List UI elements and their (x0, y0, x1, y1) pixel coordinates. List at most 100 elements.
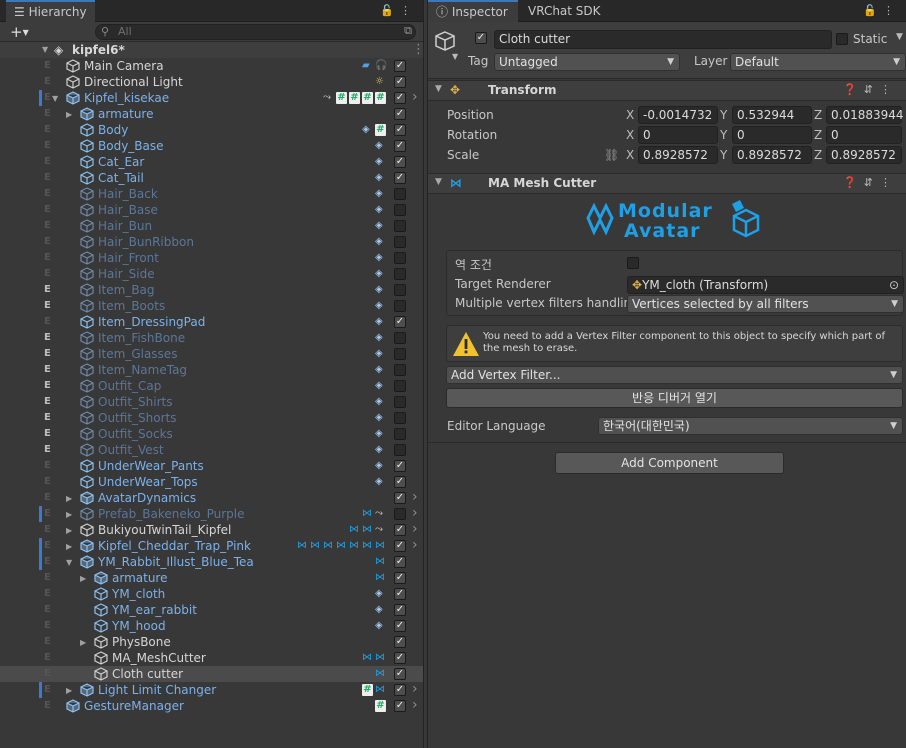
visibility-checkbox[interactable]: ✓ (394, 636, 406, 648)
position-z-field[interactable]: 0.01883944 (826, 106, 904, 124)
hierarchy-tab-controls[interactable]: 🔓⋮ (380, 4, 417, 17)
help-icon[interactable]: ❓ (843, 176, 864, 189)
hierarchy-row[interactable]: E ▶ BukiyouTwinTail_Kipfel ⋈ ⋈ ⤳ ✓ › (0, 521, 423, 539)
expand-arrow-icon[interactable]: ▶ (66, 507, 72, 523)
hierarchy-row[interactable]: E Hair_BunRibbon ◈ (0, 234, 423, 250)
hierarchy-row[interactable]: E Item_Boots ◈ (0, 298, 423, 314)
hierarchy-row[interactable]: E Body_Base ◈ ✓ (0, 138, 423, 154)
chevron-right-icon[interactable]: › (412, 681, 418, 697)
hierarchy-row[interactable]: E Hair_Front ◈ (0, 250, 423, 266)
axis-label[interactable]: Z (814, 148, 822, 162)
visibility-checkbox[interactable]: ✓ (394, 476, 406, 488)
hierarchy-row[interactable]: E ▶ Prefab_Bakeneko_Purple ⋈ ⤳ › (0, 505, 423, 523)
visibility-checkbox[interactable]: ✓ (394, 60, 406, 72)
hierarchy-row[interactable]: E MA_MeshCutter ⋈ ⋈ ✓ (0, 650, 423, 666)
axis-label[interactable]: X (626, 148, 634, 162)
axis-label[interactable]: Y (720, 148, 727, 162)
hierarchy-row[interactable]: E Cat_Ear ◈ ✓ (0, 154, 423, 170)
icon-dropdown-icon[interactable]: ▼ (452, 52, 458, 61)
visibility-checkbox[interactable]: ✓ (394, 540, 406, 552)
visibility-checkbox[interactable] (394, 220, 406, 232)
create-button[interactable]: +▼ (10, 23, 29, 41)
add-vertex-filter-dropdown[interactable]: Add Vertex Filter... ▼ (446, 366, 903, 384)
visibility-checkbox[interactable] (394, 236, 406, 248)
hierarchy-row[interactable]: E Item_NameTag ◈ (0, 362, 423, 378)
visibility-checkbox[interactable]: ✓ (394, 460, 406, 472)
tag-dropdown[interactable]: Untagged ▼ (494, 53, 680, 71)
hierarchy-row[interactable]: E ▶ armature ⋈ ✓ (0, 570, 423, 586)
expand-arrow-icon[interactable]: ▼ (42, 45, 48, 54)
invert-checkbox[interactable] (627, 257, 639, 269)
component-controls[interactable]: ❓⇵⋮ (843, 176, 898, 189)
visibility-checkbox[interactable]: ✓ (394, 316, 406, 328)
hierarchy-row[interactable]: E Cat_Tail ◈ ✓ (0, 170, 423, 186)
object-picker-icon[interactable]: ⊙ (889, 277, 899, 293)
hierarchy-search-input[interactable]: ⚲ All ⧉ (95, 24, 416, 40)
chevron-right-icon[interactable]: › (412, 505, 418, 521)
expand-arrow-icon[interactable]: ▶ (66, 107, 72, 123)
visibility-checkbox[interactable] (394, 364, 406, 376)
position-y-field[interactable]: 0.532944 (732, 106, 812, 124)
visibility-checkbox[interactable]: ✓ (394, 124, 406, 136)
visibility-checkbox[interactable]: ✓ (394, 604, 406, 616)
visibility-checkbox[interactable]: ✓ (394, 172, 406, 184)
hierarchy-row[interactable]: E ▼ YM_Rabbit_Illust_Blue_Tea ⋈ ✓ (0, 554, 423, 570)
more-icon[interactable]: ⋮ (883, 4, 900, 17)
chevron-right-icon[interactable]: › (412, 537, 418, 553)
tab-hierarchy[interactable]: ☰ Hierarchy (6, 0, 95, 22)
hierarchy-row[interactable]: E Outfit_Shorts ◈ (0, 410, 423, 426)
hierarchy-row[interactable]: E Body ◈ # ✓ (0, 122, 423, 138)
more-icon[interactable]: ⋮ (412, 42, 425, 57)
more-icon[interactable]: ⋮ (400, 4, 417, 17)
axis-label[interactable]: Z (814, 108, 822, 122)
layer-dropdown[interactable]: Default ▼ (730, 53, 906, 71)
expand-arrow-icon[interactable]: ▶ (80, 571, 86, 587)
visibility-checkbox[interactable] (394, 268, 406, 280)
tab-inspector[interactable]: ⓘ Inspector (428, 0, 518, 22)
hierarchy-row[interactable]: E ▶ PhysBone ✓ (0, 634, 423, 650)
axis-label[interactable]: Z (814, 128, 822, 142)
hierarchy-row[interactable]: E YM_cloth ◈ ✓ (0, 586, 423, 602)
constrain-proportions-icon[interactable]: ⛓ (604, 148, 619, 162)
hierarchy-row[interactable]: E Hair_Back ◈ (0, 186, 423, 202)
axis-label[interactable]: X (626, 108, 634, 122)
lock-icon[interactable]: 🔓 (380, 4, 400, 17)
hierarchy-row[interactable]: E Item_Glasses ◈ (0, 346, 423, 362)
add-component-button[interactable]: Add Component (555, 452, 784, 474)
visibility-checkbox[interactable]: ✓ (394, 572, 406, 584)
expand-arrow-icon[interactable]: ▶ (80, 635, 86, 651)
active-checkbox[interactable]: ✓ (475, 32, 487, 44)
hierarchy-row[interactable]: E Item_Bag ◈ (0, 282, 423, 298)
hierarchy-row[interactable]: E YM_ear_rabbit ◈ ✓ (0, 602, 423, 618)
visibility-checkbox[interactable] (394, 444, 406, 456)
rotation-x-field[interactable]: 0 (638, 126, 718, 144)
expand-arrow-icon[interactable]: ▶ (66, 491, 72, 507)
collapse-arrow-icon[interactable]: ▼ (435, 177, 442, 187)
visibility-checkbox[interactable] (394, 188, 406, 200)
hierarchy-row[interactable]: E Outfit_Cap ◈ (0, 378, 423, 394)
visibility-checkbox[interactable]: ✓ (394, 92, 406, 104)
collapse-arrow-icon[interactable]: ▼ (66, 555, 72, 571)
expand-arrow-icon[interactable]: ▶ (66, 539, 72, 555)
hierarchy-row[interactable]: E GestureManager # ✓ › (0, 697, 423, 714)
visibility-checkbox[interactable]: ✓ (394, 156, 406, 168)
visibility-checkbox[interactable]: ✓ (394, 588, 406, 600)
visibility-checkbox[interactable]: ✓ (394, 652, 406, 664)
hierarchy-row[interactable]: E YM_hood ◈ ✓ (0, 618, 423, 634)
visibility-checkbox[interactable]: ✓ (394, 620, 406, 632)
preset-icon[interactable]: ⇵ (864, 176, 880, 189)
visibility-checkbox[interactable] (394, 412, 406, 424)
hierarchy-row[interactable]: E Hair_Base ◈ (0, 202, 423, 218)
visibility-checkbox[interactable]: ✓ (394, 140, 406, 152)
object-name-field[interactable]: Cloth cutter (494, 30, 832, 49)
hierarchy-row[interactable]: E Cloth cutter ⋈ ✓ (0, 666, 423, 682)
visibility-checkbox[interactable] (394, 508, 406, 520)
visibility-checkbox[interactable]: ✓ (394, 556, 406, 568)
visibility-checkbox[interactable]: ✓ (394, 524, 406, 536)
hierarchy-row[interactable]: E Outfit_Vest ◈ (0, 442, 423, 458)
expand-arrow-icon[interactable]: ▶ (66, 523, 72, 539)
hierarchy-row[interactable]: E ▶ AvatarDynamics ✓ › (0, 489, 423, 507)
axis-label[interactable]: X (626, 128, 634, 142)
scene-search-icon[interactable]: ⧉ (404, 24, 412, 38)
hierarchy-row[interactable]: E Item_FishBone ◈ (0, 330, 423, 346)
